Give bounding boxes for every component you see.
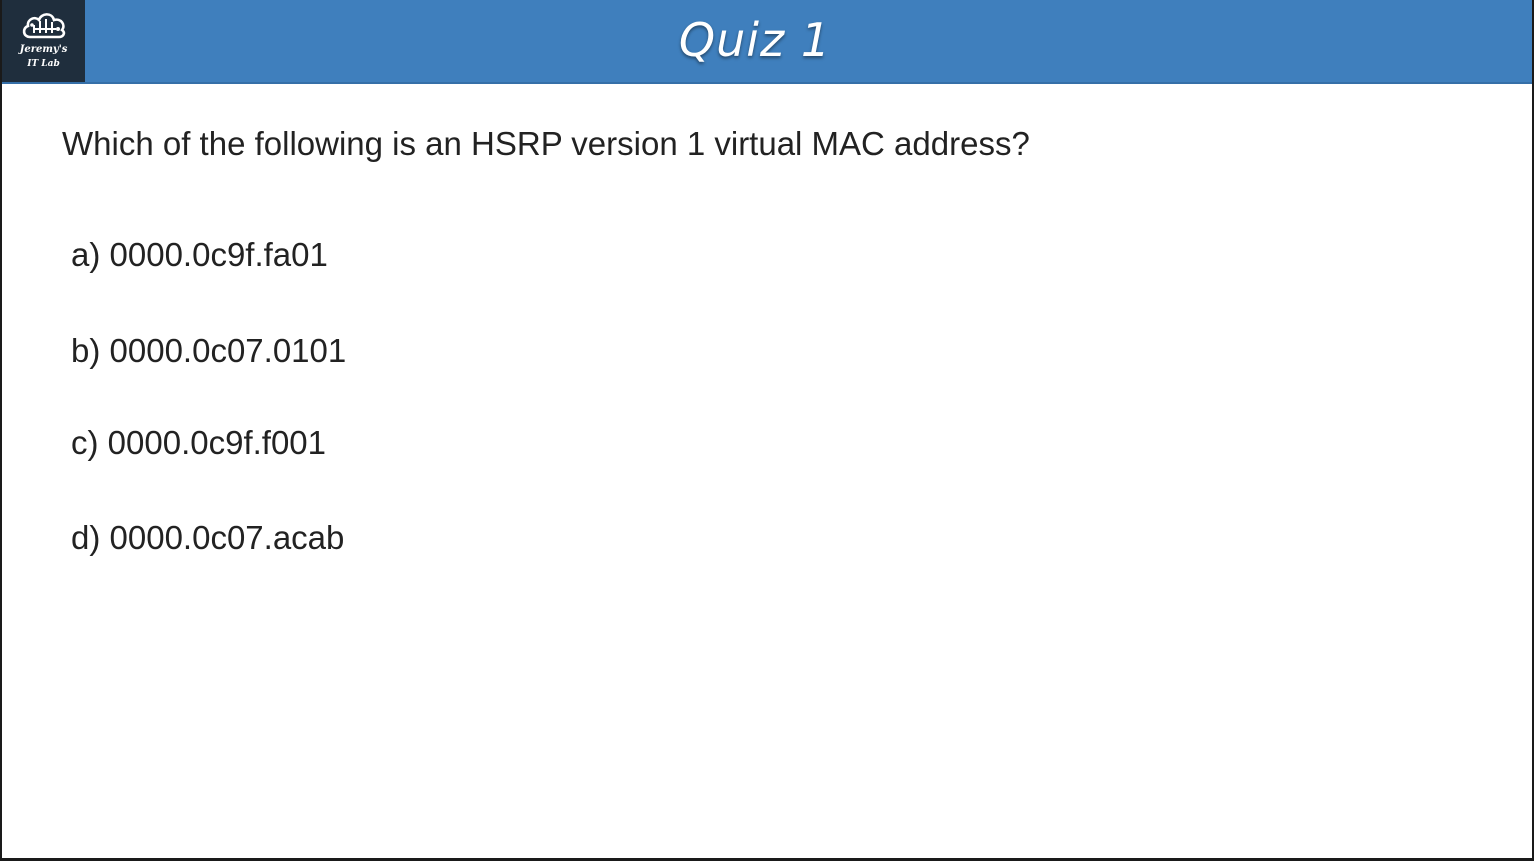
- answer-option-d: d) 0000.0c07.acab: [71, 519, 345, 556]
- logo-text-name: Jeremy's: [19, 44, 68, 55]
- answer-option-b: b) 0000.0c07.0101: [71, 332, 347, 369]
- logo-text-lab: IT Lab: [27, 59, 60, 69]
- answer-option-a: a) 0000.0c9f.fa01: [71, 236, 328, 273]
- answer-option-c: c) 0000.0c9f.f001: [71, 424, 327, 461]
- slide: Jeremy's IT Lab Quiz 1 Which of the foll…: [2, 0, 1532, 858]
- cloud-circuit-icon: [22, 13, 66, 39]
- slide-title: Quiz 1: [678, 13, 832, 67]
- logo: Jeremy's IT Lab: [2, 0, 85, 82]
- quiz-question: Which of the following is an HSRP versio…: [62, 125, 1030, 162]
- slide-header: Jeremy's IT Lab Quiz 1: [2, 0, 1532, 84]
